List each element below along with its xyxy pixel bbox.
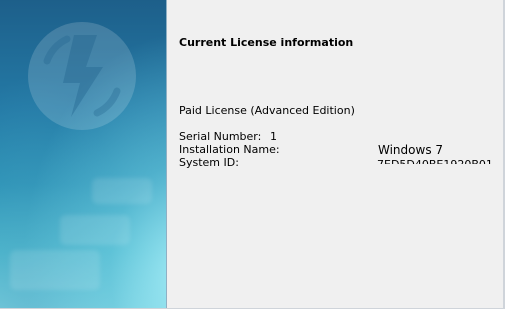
side-banner: [0, 0, 166, 308]
system-id-label: System ID:: [179, 156, 239, 169]
banner-decoration: [92, 178, 152, 204]
system-id-value: 7ED5D40BE1920B01: [377, 159, 493, 164]
lightning-bolt-icon: [28, 22, 136, 130]
license-info-page: Current License information Paid License…: [0, 0, 505, 309]
license-info-panel: Current License information Paid License…: [167, 0, 503, 308]
installation-name-label: Installation Name:: [179, 143, 280, 156]
serial-number-label: Serial Number:: [179, 130, 262, 143]
installation-name-value: Windows 7: [378, 143, 444, 157]
page-title: Current License information: [179, 36, 354, 49]
license-edition: Paid License (Advanced Edition): [179, 104, 355, 117]
banner-decoration: [60, 215, 130, 245]
serial-number-value: 1: [270, 130, 277, 143]
banner-decoration: [10, 250, 100, 290]
